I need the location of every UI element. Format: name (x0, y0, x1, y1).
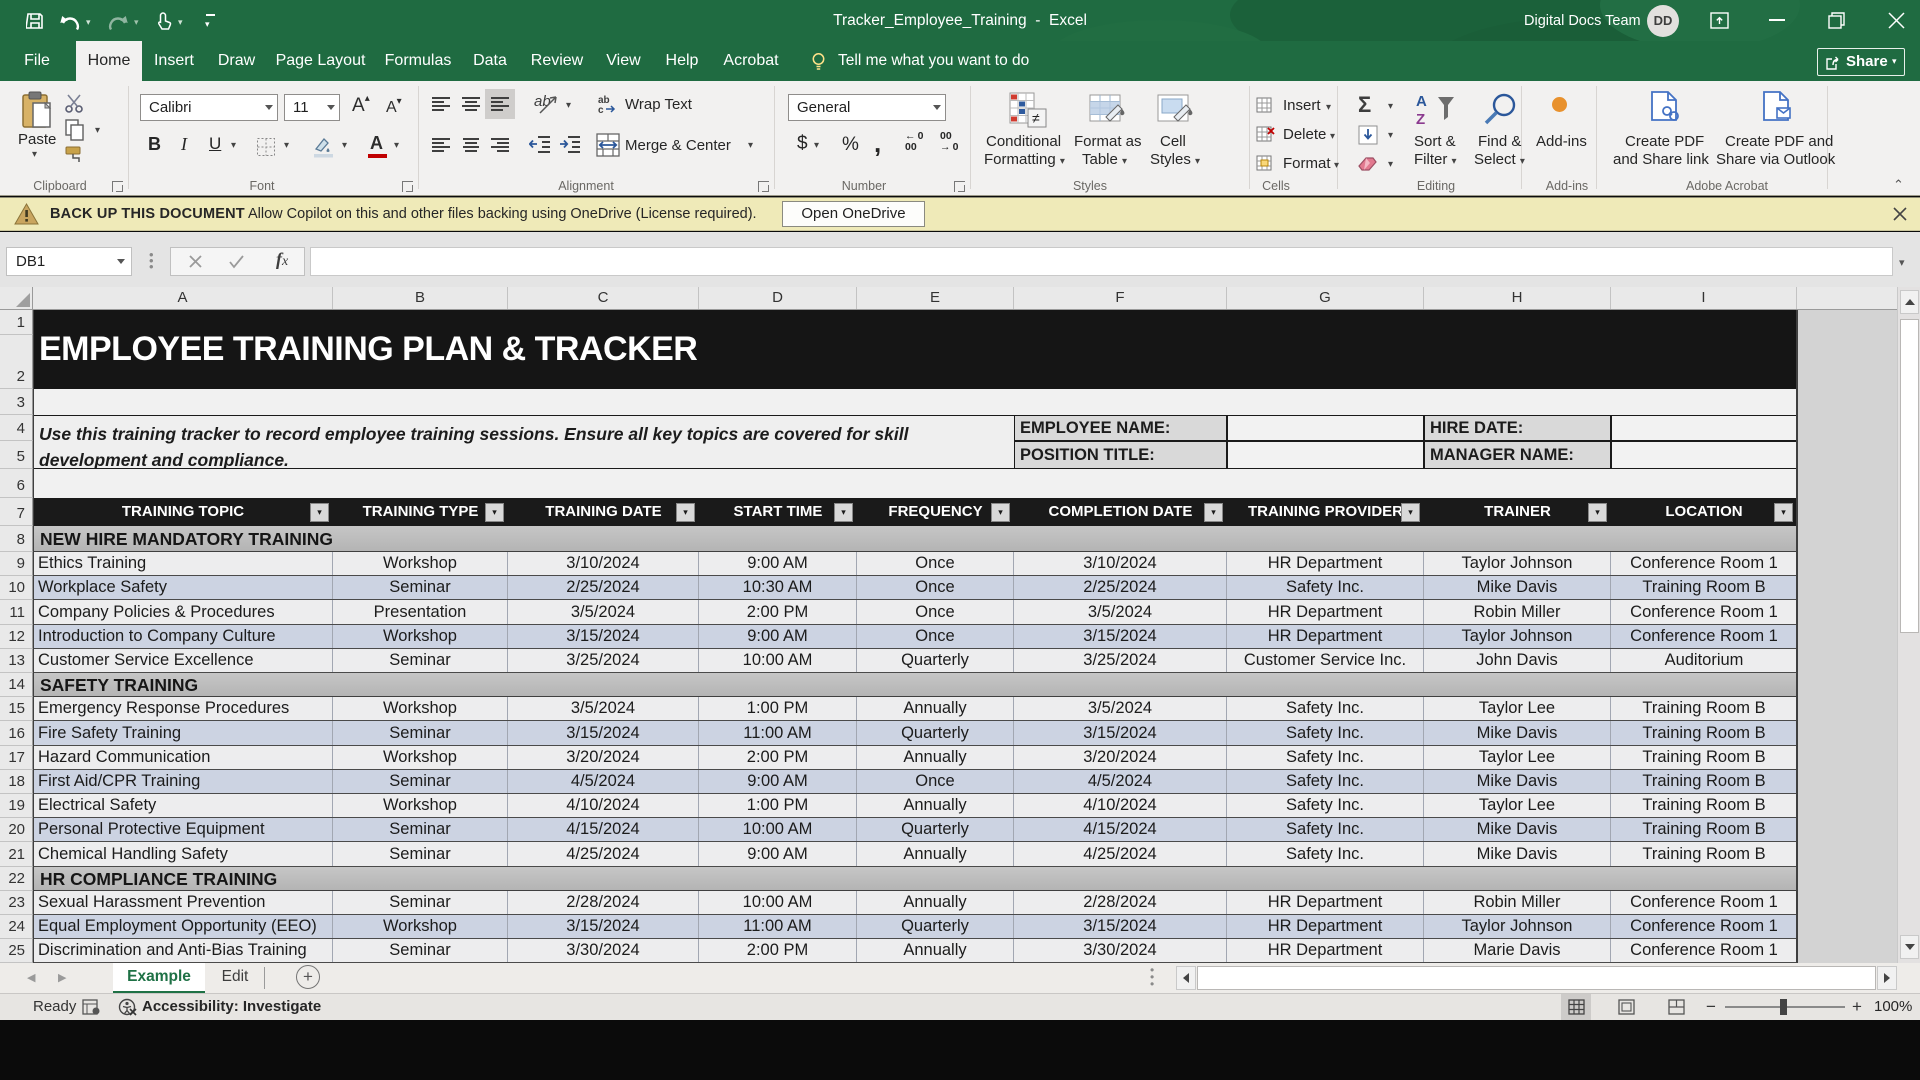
svg-text:A: A (1416, 93, 1427, 110)
svg-text:≠: ≠ (1032, 110, 1040, 126)
svg-text:c: c (598, 105, 604, 114)
svg-text:Z: Z (1416, 111, 1425, 128)
